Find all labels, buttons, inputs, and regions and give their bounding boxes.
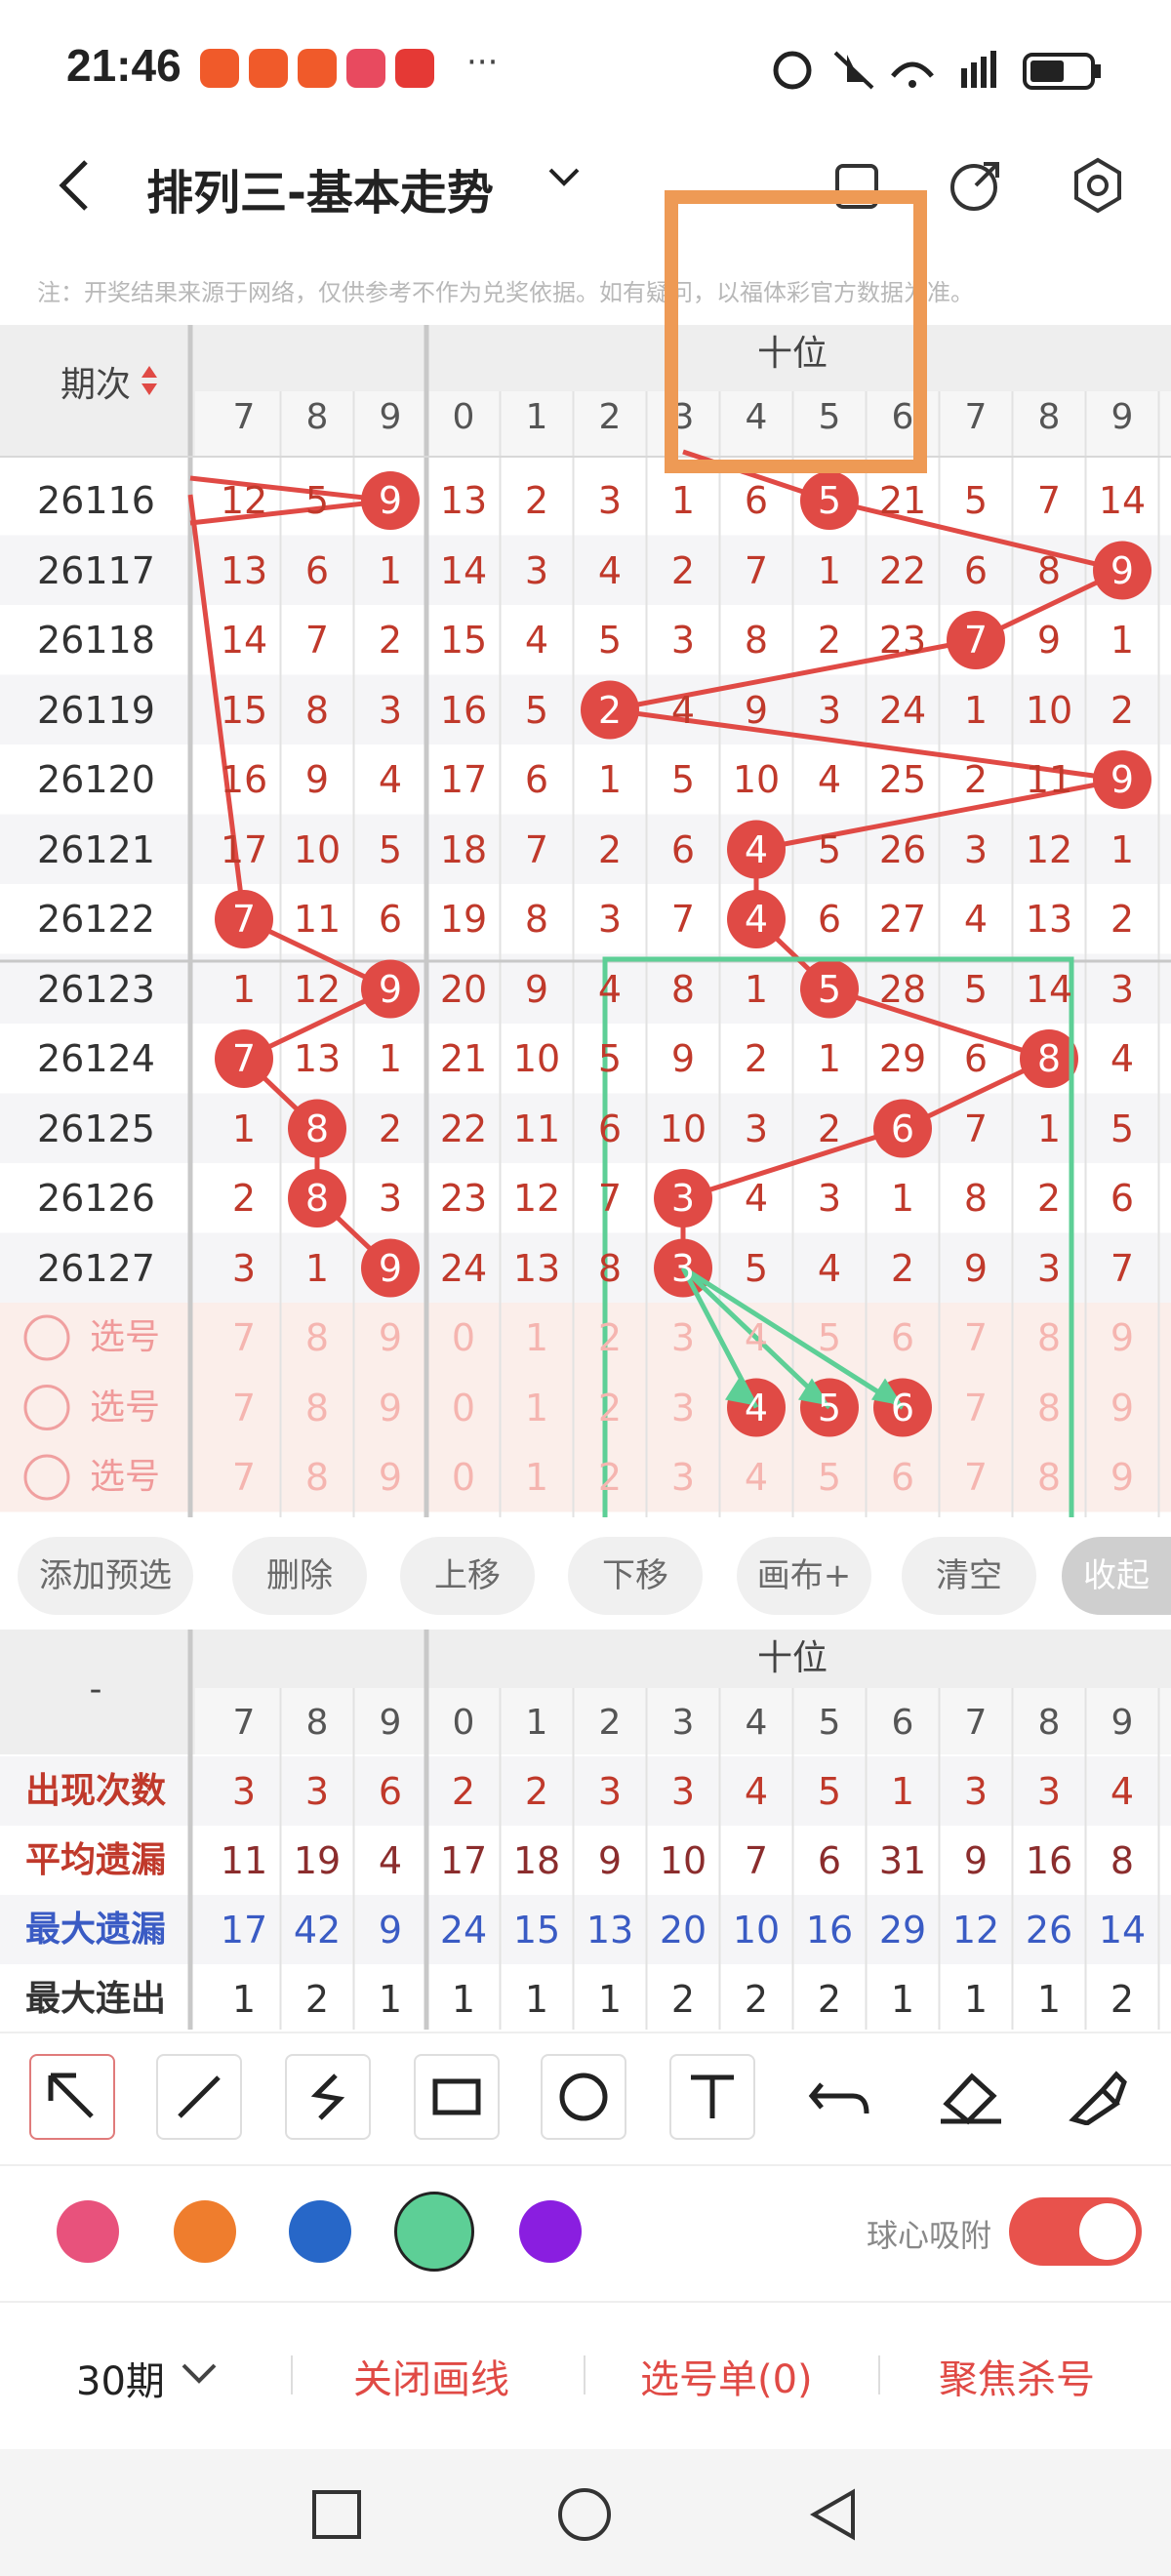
pick-cell: 9 xyxy=(1110,1316,1135,1359)
action-button[interactable]: 收起 xyxy=(1062,1537,1171,1615)
stats-row-label: 平均遗漏 xyxy=(24,1840,166,1880)
chevron-down-icon[interactable] xyxy=(546,166,582,189)
miss-cell: 6 xyxy=(1110,1177,1135,1220)
chevron-down-icon xyxy=(182,2363,217,2384)
divider xyxy=(878,2355,880,2395)
action-button[interactable]: 添加预选 xyxy=(18,1537,193,1615)
pick-cell: 9 xyxy=(1110,1456,1135,1499)
period-cell: 26116 xyxy=(37,479,155,522)
color-swatch-pink[interactable] xyxy=(57,2200,119,2263)
period-cell: 26120 xyxy=(37,758,155,801)
color-swatch-purple[interactable] xyxy=(519,2200,582,2263)
action-button[interactable]: 下移 xyxy=(568,1537,703,1615)
action-button[interactable]: 清空 xyxy=(902,1537,1036,1615)
color-swatch-orange[interactable] xyxy=(174,2200,236,2263)
text-tool-icon[interactable] xyxy=(669,2054,755,2140)
miss-cell: 1 xyxy=(1110,619,1135,662)
pick-cell: 9 xyxy=(1110,1386,1135,1429)
snap-label: 球心吸附 xyxy=(867,2217,992,2254)
page-title: 排列三-基本走势 xyxy=(146,166,494,221)
stats-cell: 14 xyxy=(1098,1909,1147,1952)
column-header: 9 xyxy=(1110,397,1134,437)
stats-row-label: 最大连出 xyxy=(24,1979,166,2019)
period-count-label: 30期 xyxy=(76,2359,165,2404)
home-icon[interactable] xyxy=(556,2486,613,2543)
app-notification-icon xyxy=(200,49,239,88)
settings-icon[interactable] xyxy=(1069,156,1127,215)
pick-label: 选号 xyxy=(89,1457,160,1497)
freehand-tool-icon[interactable] xyxy=(285,2054,371,2140)
pick-label: 选号 xyxy=(89,1387,160,1428)
divider xyxy=(0,2301,1171,2303)
hit-ball-number: 9 xyxy=(1110,548,1135,592)
pick-list-button[interactable]: 选号单(0) xyxy=(640,2348,813,2404)
stats-cell: 2 xyxy=(1110,1978,1135,2021)
external-link-icon[interactable] xyxy=(947,156,1005,215)
eraser-icon[interactable] xyxy=(937,2067,1005,2125)
status-time: 21:46 xyxy=(66,40,182,91)
action-button[interactable]: 上移 xyxy=(400,1537,535,1615)
miss-cell: 1 xyxy=(1110,827,1135,871)
back-nav-icon[interactable] xyxy=(808,2486,859,2543)
divider xyxy=(584,2355,586,2395)
stats-dash-label: - xyxy=(89,1670,102,1710)
stats-cell: 4 xyxy=(1110,1770,1135,1813)
snap-toggle[interactable] xyxy=(1009,2197,1142,2266)
undo-icon[interactable] xyxy=(808,2071,876,2125)
stats-section-label: 十位 xyxy=(756,1638,828,1678)
more-notifications-icon: ··· xyxy=(466,43,499,82)
trend-grid-text: 期次 十位 7 8 9 0 1 2 3 4 5 6 7 8 9 26116 12 5 9 13 2 3 1 6 5 21 5 7 14 2… xyxy=(0,325,1171,1517)
rectangle-tool-icon[interactable] xyxy=(414,2054,500,2140)
app-notification-icon xyxy=(395,49,434,88)
trend-table: 期次 十位 7 8 9 0 1 2 3 4 5 6 7 8 9 26116 12 5 9 13 2 3 1 6 5 21 5 7 14 2… xyxy=(0,325,1171,1517)
status-bar: 21:46 ··· xyxy=(0,0,1171,137)
period-cell: 26124 xyxy=(37,1037,155,1080)
period-cell: 26125 xyxy=(37,1107,155,1150)
stats-row-label: 最大遗漏 xyxy=(24,1910,166,1950)
system-status-icons xyxy=(773,51,1101,90)
stats-grid-text: - 十位 7 8 9 0 1 2 3 4 5 6 7 8 9 出现次数 3 3 6 2 2 3 3 4 5 1 3 3 4 平均遗漏 11 1… xyxy=(0,1630,1171,2030)
stats-table: - 十位 7 8 9 0 1 2 3 4 5 6 7 8 9 出现次数 3 3 6 2 2 3 3 4 5 1 3 3 4 平均遗漏 11 1… xyxy=(0,1630,1171,2030)
period-cell: 26127 xyxy=(37,1246,155,1290)
period-cell: 26119 xyxy=(37,688,155,732)
miss-cell: 14 xyxy=(1098,479,1147,522)
hit-ball-number: 9 xyxy=(1110,758,1135,801)
toggle-knob xyxy=(1079,2203,1136,2260)
miss-cell: 4 xyxy=(1110,1037,1135,1080)
period-cell: 26122 xyxy=(37,898,155,941)
period-cell: 26117 xyxy=(37,548,155,592)
period-header-label: 期次 xyxy=(60,365,131,405)
app-notification-icon xyxy=(298,49,337,88)
line-tool-icon[interactable] xyxy=(156,2054,242,2140)
period-cell: 26121 xyxy=(37,827,155,871)
stats-column-header: 9 xyxy=(1110,1703,1134,1743)
divider xyxy=(291,2355,293,2395)
action-button[interactable]: 画布+ xyxy=(737,1537,871,1615)
back-icon[interactable] xyxy=(51,156,100,215)
miss-cell: 3 xyxy=(1110,967,1135,1011)
focus-kill-button[interactable]: 聚焦杀号 xyxy=(939,2348,1095,2404)
miss-cell: 7 xyxy=(1110,1246,1135,1290)
stats-row-label: 出现次数 xyxy=(24,1771,166,1811)
miss-cell: 2 xyxy=(1110,898,1135,941)
stats-cell: 8 xyxy=(1110,1839,1135,1882)
period-cell: 26126 xyxy=(37,1177,155,1220)
pick-label: 选号 xyxy=(89,1317,160,1357)
period-count-selector[interactable]: 30期 xyxy=(76,2350,165,2406)
action-button[interactable]: 删除 xyxy=(232,1537,367,1615)
clear-brush-icon[interactable] xyxy=(1064,2067,1132,2125)
miss-cell: 5 xyxy=(1110,1107,1135,1150)
arrow-tool-icon[interactable] xyxy=(29,2054,115,2140)
app-notification-icon xyxy=(346,49,385,88)
orange-rectangle-annotation xyxy=(665,190,927,473)
period-cell: 26118 xyxy=(37,619,155,662)
close-drawing-button[interactable]: 关闭画线 xyxy=(353,2348,509,2404)
color-swatch-green-selected[interactable] xyxy=(394,2192,474,2272)
app-notification-icon xyxy=(249,49,288,88)
period-cell: 26123 xyxy=(37,967,155,1011)
circle-tool-icon[interactable] xyxy=(541,2054,626,2140)
color-swatch-blue[interactable] xyxy=(289,2200,351,2263)
recent-apps-icon[interactable] xyxy=(310,2488,363,2541)
miss-cell: 2 xyxy=(1110,688,1135,732)
